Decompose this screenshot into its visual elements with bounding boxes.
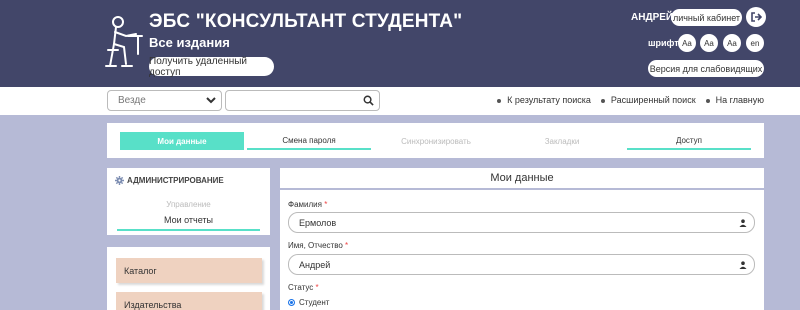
- required-mark: *: [324, 200, 328, 209]
- logout-button[interactable]: [746, 7, 766, 27]
- my-data-form: Мои данные Фамилия * Ермолов Имя, Отчест…: [280, 168, 764, 310]
- link-to-search-result[interactable]: К результату поиска: [497, 95, 591, 105]
- personal-cabinet-button[interactable]: личный кабинет: [671, 9, 742, 26]
- link-label: На главную: [715, 95, 764, 105]
- admin-heading: АДМИНИСТРИРОВАНИЕ: [115, 176, 224, 185]
- name-field[interactable]: Андрей: [288, 254, 755, 275]
- required-mark: *: [345, 241, 349, 250]
- user-icon: [739, 219, 747, 227]
- status-option-label: Студент: [299, 298, 330, 307]
- admin-panel: АДМИНИСТРИРОВАНИЕ Управление Мои отчеты: [107, 168, 270, 235]
- admin-title: АДМИНИСТРИРОВАНИЕ: [127, 176, 224, 185]
- radio-checked-icon: [288, 299, 295, 306]
- link-advanced-search[interactable]: Расширенный поиск: [600, 95, 696, 105]
- publishers-item[interactable]: Издательства: [116, 292, 262, 310]
- tab-access[interactable]: Доступ: [627, 132, 751, 150]
- gear-icon: [115, 176, 124, 185]
- name-label: Имя, Отчество *: [288, 241, 349, 250]
- user-icon: [739, 261, 747, 269]
- search-bar: Везде К результату поиска Расширенный по…: [0, 87, 800, 115]
- tab-bookmarks: Закладки: [544, 136, 580, 146]
- tab-change-password[interactable]: Смена пароля: [247, 132, 371, 150]
- font-size-large-button[interactable]: Aa: [723, 34, 741, 52]
- tab-synchronize: Синхронизировать: [401, 136, 471, 146]
- surname-field[interactable]: Ермолов: [288, 212, 755, 233]
- font-size-label: шрифт: [648, 38, 679, 48]
- language-en-button[interactable]: en: [746, 34, 764, 52]
- link-label: К результату поиска: [507, 95, 591, 105]
- site-header: ЭБС "КОНСУЛЬТАНТ СТУДЕНТА" Все издания П…: [0, 0, 800, 87]
- tab-my-data[interactable]: Мои данные: [120, 132, 244, 150]
- chevron-down-icon: [206, 97, 216, 104]
- required-mark: *: [315, 283, 319, 292]
- status-radio-student[interactable]: Студент: [288, 298, 329, 307]
- site-title: ЭБС "КОНСУЛЬТАНТ СТУДЕНТА": [149, 11, 463, 32]
- profile-tabs: Мои данные Смена пароля Синхронизировать…: [107, 123, 764, 158]
- low-vision-version-button[interactable]: Версия для слабовидящих: [648, 60, 764, 77]
- user-name: АНДРЕЙ: [631, 12, 674, 23]
- font-size-small-button[interactable]: Aa: [678, 34, 696, 52]
- surname-label: Фамилия *: [288, 200, 328, 209]
- search-input[interactable]: [225, 90, 380, 111]
- catalog-item[interactable]: Каталог: [116, 258, 262, 283]
- logout-icon: [751, 12, 762, 22]
- search-scope-value: Везде: [118, 95, 146, 106]
- student-at-desk-logo-icon: [105, 16, 143, 67]
- link-home[interactable]: На главную: [705, 95, 764, 105]
- font-size-medium-button[interactable]: Aa: [700, 34, 718, 52]
- form-title: Мои данные: [280, 168, 764, 190]
- search-scope-select[interactable]: Везде: [107, 90, 222, 111]
- link-label: Расширенный поиск: [610, 95, 696, 105]
- catalog-panel: Каталог Издательства: [107, 247, 270, 310]
- search-icon[interactable]: [363, 95, 374, 106]
- bullet-icon: [497, 98, 502, 103]
- my-reports-link[interactable]: Мои отчеты: [117, 215, 260, 231]
- site-subtitle[interactable]: Все издания: [149, 35, 230, 50]
- name-value: Андрей: [299, 259, 331, 270]
- bullet-icon: [600, 98, 605, 103]
- admin-manage-link: Управление: [166, 200, 211, 209]
- remote-access-button[interactable]: Получить удаленный доступ: [149, 56, 274, 78]
- status-label: Статус *: [288, 283, 319, 292]
- top-links: К результату поиска Расширенный поиск На…: [497, 95, 764, 105]
- bullet-icon: [705, 98, 710, 103]
- surname-value: Ермолов: [299, 217, 337, 228]
